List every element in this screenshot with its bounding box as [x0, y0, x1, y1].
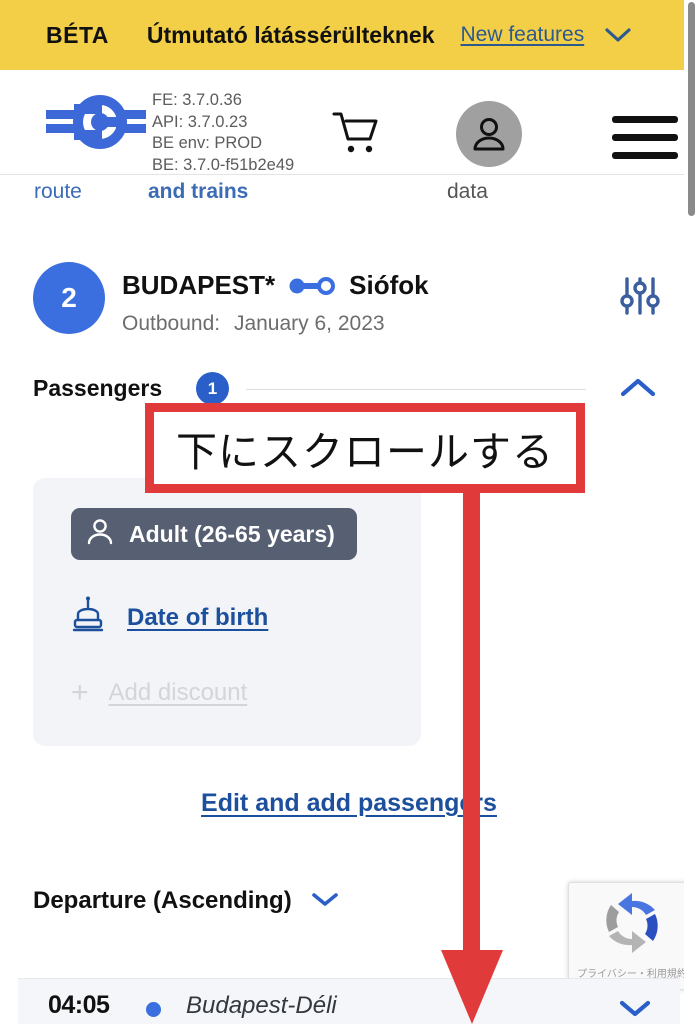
chevron-up-icon[interactable]: [618, 374, 658, 405]
sort-label: Departure (Ascending): [33, 887, 292, 914]
passenger-card: Adult (26-65 years) Date of birth + Add …: [33, 478, 421, 746]
station-dot-icon: [146, 1002, 161, 1017]
chevron-down-icon[interactable]: [310, 889, 340, 914]
recaptcha-badge[interactable]: プライバシー・利用規約: [568, 882, 696, 990]
chevron-down-icon[interactable]: [604, 26, 632, 44]
route-summary: 2 BUDAPEST* Siófok Outbound: January 6, …: [0, 262, 698, 354]
page-root: BÉTA Útmutató látássérülteknek New featu…: [0, 0, 698, 1024]
breadcrumb: route and trains data: [0, 176, 698, 224]
departure-station: Budapest-Déli: [186, 992, 337, 1019]
route-date-row: Outbound: January 6, 2023: [122, 312, 385, 336]
version-line-be: BE: 3.7.0-f51b2e49: [152, 155, 295, 174]
train-result-row[interactable]: 04:05 Budapest-Déli: [18, 978, 680, 1024]
section-divider: [246, 389, 586, 390]
recaptcha-icon: [601, 892, 663, 959]
route-origin: BUDAPEST*: [122, 270, 276, 300]
person-icon: [87, 518, 113, 551]
beta-banner: BÉTA Útmutató látássérülteknek New featu…: [0, 0, 698, 70]
birthday-cake-icon: [71, 596, 105, 639]
version-line-api: API: 3.7.0.23: [152, 112, 248, 131]
vertical-scrollbar-thumb[interactable]: [688, 2, 695, 216]
plus-icon: +: [71, 676, 89, 709]
shopping-cart-icon[interactable]: [332, 110, 380, 161]
new-features-link[interactable]: New features: [461, 23, 585, 47]
route-destination: Siófok: [349, 270, 429, 300]
breadcrumb-item-and-trains[interactable]: and trains: [148, 180, 248, 204]
sliders-filter-icon[interactable]: [618, 274, 662, 323]
page-title: Passengers: [33, 375, 163, 401]
accessibility-guide-label: Útmutató látássérülteknek: [146, 21, 435, 48]
route-direction-label: Outbound:: [122, 312, 221, 335]
mav-winged-wheel-logo[interactable]: [44, 94, 148, 152]
breadcrumb-item-data[interactable]: data: [447, 180, 488, 204]
route-endpoints: BUDAPEST* Siófok: [122, 270, 429, 301]
route-connector-icon: [289, 276, 336, 296]
route-step-badge: 2: [33, 262, 105, 334]
chevron-down-icon[interactable]: [618, 997, 652, 1024]
version-info-block: FE: 3.7.0.36 API: 3.7.0.23 BE env: PROD …: [152, 90, 294, 176]
route-date-value: January 6, 2023: [233, 312, 385, 335]
version-line-fe: FE: 3.7.0.36: [152, 91, 242, 109]
edit-and-add-passengers-link[interactable]: Edit and add passengers: [0, 789, 698, 818]
site-header: FE: 3.7.0.36 API: 3.7.0.23 BE env: PROD …: [0, 70, 698, 175]
avatar[interactable]: [456, 101, 522, 167]
date-of-birth-link[interactable]: Date of birth: [127, 604, 268, 632]
annotation-arrow-shaft: [463, 490, 480, 958]
annotation-text: 下にスクロールする: [176, 428, 554, 476]
passenger-type-chip[interactable]: Adult (26-65 years): [71, 508, 357, 560]
breadcrumb-item-route[interactable]: route: [34, 180, 82, 204]
hamburger-menu-icon[interactable]: [612, 116, 678, 160]
sort-selector[interactable]: Departure (Ascending): [33, 887, 340, 915]
down-arrow-icon: [441, 950, 503, 1024]
passenger-count-badge: 1: [196, 372, 229, 405]
passenger-type-label: Adult (26-65 years): [129, 520, 335, 547]
version-line-beenv: BE env: PROD: [152, 134, 263, 152]
annotation-callout: 下にスクロールする: [145, 403, 585, 493]
add-discount-row[interactable]: + Add discount: [71, 678, 247, 708]
beta-tag: BÉTA: [46, 21, 109, 48]
date-of-birth-row[interactable]: Date of birth: [71, 596, 268, 639]
add-discount-link[interactable]: Add discount: [109, 679, 248, 707]
departure-time: 04:05: [48, 991, 110, 1019]
